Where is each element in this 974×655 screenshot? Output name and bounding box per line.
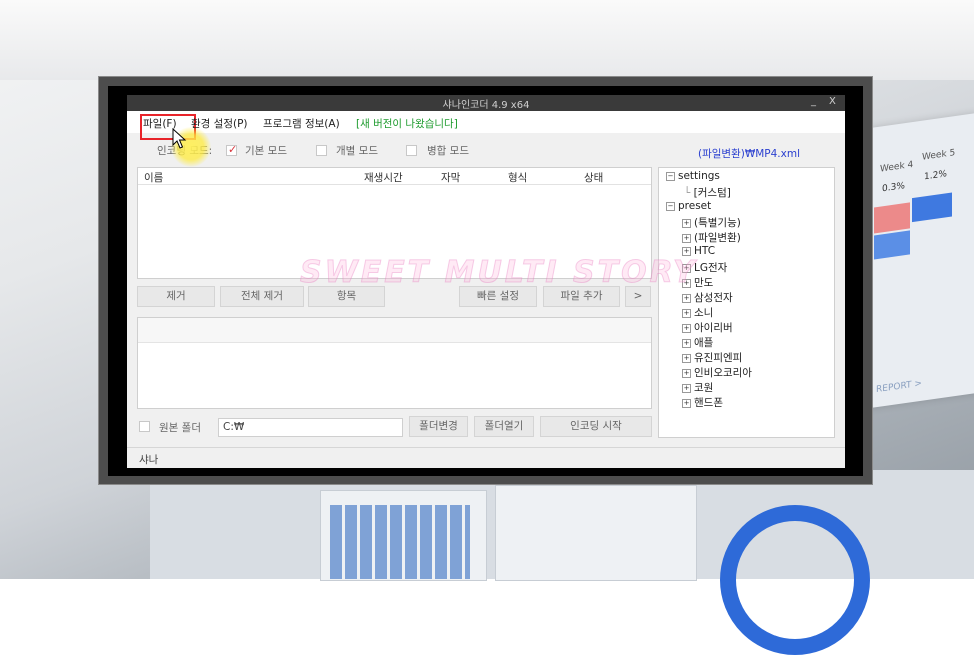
tree-node-settings[interactable]: − settings: [666, 170, 720, 182]
tree-node-preset[interactable]: − preset: [666, 200, 711, 212]
start-encoding-button[interactable]: 인코딩 시작: [540, 416, 652, 437]
remove-all-button[interactable]: 전체 제거: [220, 286, 304, 307]
title-bar[interactable]: 샤나인코더 4.9 x64 _ X: [127, 95, 845, 111]
basic-mode-checkbox[interactable]: ✓: [226, 143, 238, 156]
window-title: 샤나인코더 4.9 x64: [442, 100, 530, 111]
mouse-pointer-icon: [172, 128, 187, 149]
source-folder-label: 원본 폴더: [159, 422, 201, 434]
bg-heat-cell: [874, 202, 910, 234]
background-map-card: [495, 485, 697, 581]
background-bar-grid: [330, 505, 470, 579]
column-header-subtitle[interactable]: 자막: [441, 170, 460, 185]
expand-icon[interactable]: +: [682, 309, 691, 318]
tree-node-sony[interactable]: + 소니: [682, 305, 713, 320]
bg-heat-cell: [874, 230, 910, 260]
expand-icon[interactable]: +: [682, 294, 691, 303]
expand-icon[interactable]: +: [682, 399, 691, 408]
expand-icon[interactable]: +: [682, 339, 691, 348]
bg-week5-value: 1.2%: [924, 169, 947, 183]
background-report-card: Week 4 Week 5 0.3% 1.2% REPORT >: [872, 112, 974, 408]
minimize-button[interactable]: _: [811, 96, 816, 107]
expand-icon[interactable]: +: [682, 369, 691, 378]
log-panel: [137, 317, 652, 409]
tree-node-invio[interactable]: + 인비오코리아: [682, 365, 752, 380]
expand-icon[interactable]: +: [682, 234, 691, 243]
tree-node-file-convert[interactable]: + (파일변환): [682, 230, 741, 245]
bg-heat-cell: [912, 192, 952, 223]
column-header-format[interactable]: 형식: [508, 170, 527, 185]
menu-program-info[interactable]: 프로그램 정보(A): [263, 116, 340, 131]
column-header-name[interactable]: 이름: [144, 170, 163, 185]
background-donut-chart: [720, 505, 870, 655]
merge-mode-label: 병합 모드: [427, 145, 469, 157]
tree-node-eugene[interactable]: + 유진피엔피: [682, 350, 742, 365]
tree-node-cowon[interactable]: + 코원: [682, 380, 713, 395]
menu-bar: 파일(F) 환경 설정(P) 프로그램 정보(A) [새 버전이 나왔습니다]: [127, 111, 845, 140]
status-text: 샤나: [139, 454, 159, 466]
log-panel-header: [138, 318, 651, 343]
expand-icon[interactable]: +: [682, 219, 691, 228]
merge-mode-checkbox[interactable]: [406, 145, 417, 156]
source-folder-checkbox[interactable]: [139, 421, 150, 432]
bg-week5-label: Week 5: [922, 148, 956, 163]
tree-node-samsung[interactable]: + 삼성전자: [682, 290, 733, 305]
tree-node-apple[interactable]: + 애플: [682, 335, 713, 350]
status-bar: 샤나: [127, 447, 845, 468]
open-folder-button[interactable]: 폴더열기: [474, 416, 534, 437]
change-folder-button[interactable]: 폴더변경: [409, 416, 468, 437]
remove-button[interactable]: 제거: [137, 286, 215, 307]
collapse-icon[interactable]: −: [666, 172, 675, 181]
table-header: 이름 재생시간 자막 형식 상태: [138, 168, 651, 185]
individual-mode-label: 개별 모드: [336, 145, 378, 157]
collapse-icon[interactable]: −: [666, 202, 675, 211]
background-top-band: [0, 0, 974, 80]
watermark: SWEET MULTI STORY: [300, 255, 698, 291]
column-header-duration[interactable]: 재생시간: [364, 170, 403, 185]
bg-report-link: REPORT >: [876, 378, 922, 396]
preset-path: (파일변환)₩MP4.xml: [698, 148, 800, 160]
expand-icon[interactable]: +: [682, 384, 691, 393]
bg-week4-label: Week 4: [880, 159, 914, 175]
tree-node-iriver[interactable]: + 아이리버: [682, 320, 733, 335]
preset-tree-panel: − settings └ [커스텀] − preset + (특별기능) + (파일변환…: [658, 167, 835, 438]
tree-node-custom[interactable]: └ [커스텀]: [684, 185, 731, 200]
update-notice-link[interactable]: [새 버전이 나왔습니다]: [356, 116, 458, 131]
output-folder-input[interactable]: C:₩: [218, 418, 403, 437]
tree-node-phone[interactable]: + 핸드폰: [682, 395, 723, 410]
expand-icon[interactable]: +: [682, 354, 691, 363]
check-icon: ✓: [228, 143, 238, 156]
tree-node-special[interactable]: + (특별기능): [682, 215, 741, 230]
basic-mode-label: 기본 모드: [245, 145, 287, 157]
column-header-status[interactable]: 상태: [584, 170, 603, 185]
expand-icon[interactable]: +: [682, 324, 691, 333]
bg-week4-value: 0.3%: [882, 181, 905, 195]
close-button[interactable]: X: [829, 96, 836, 107]
individual-mode-checkbox[interactable]: [316, 145, 327, 156]
